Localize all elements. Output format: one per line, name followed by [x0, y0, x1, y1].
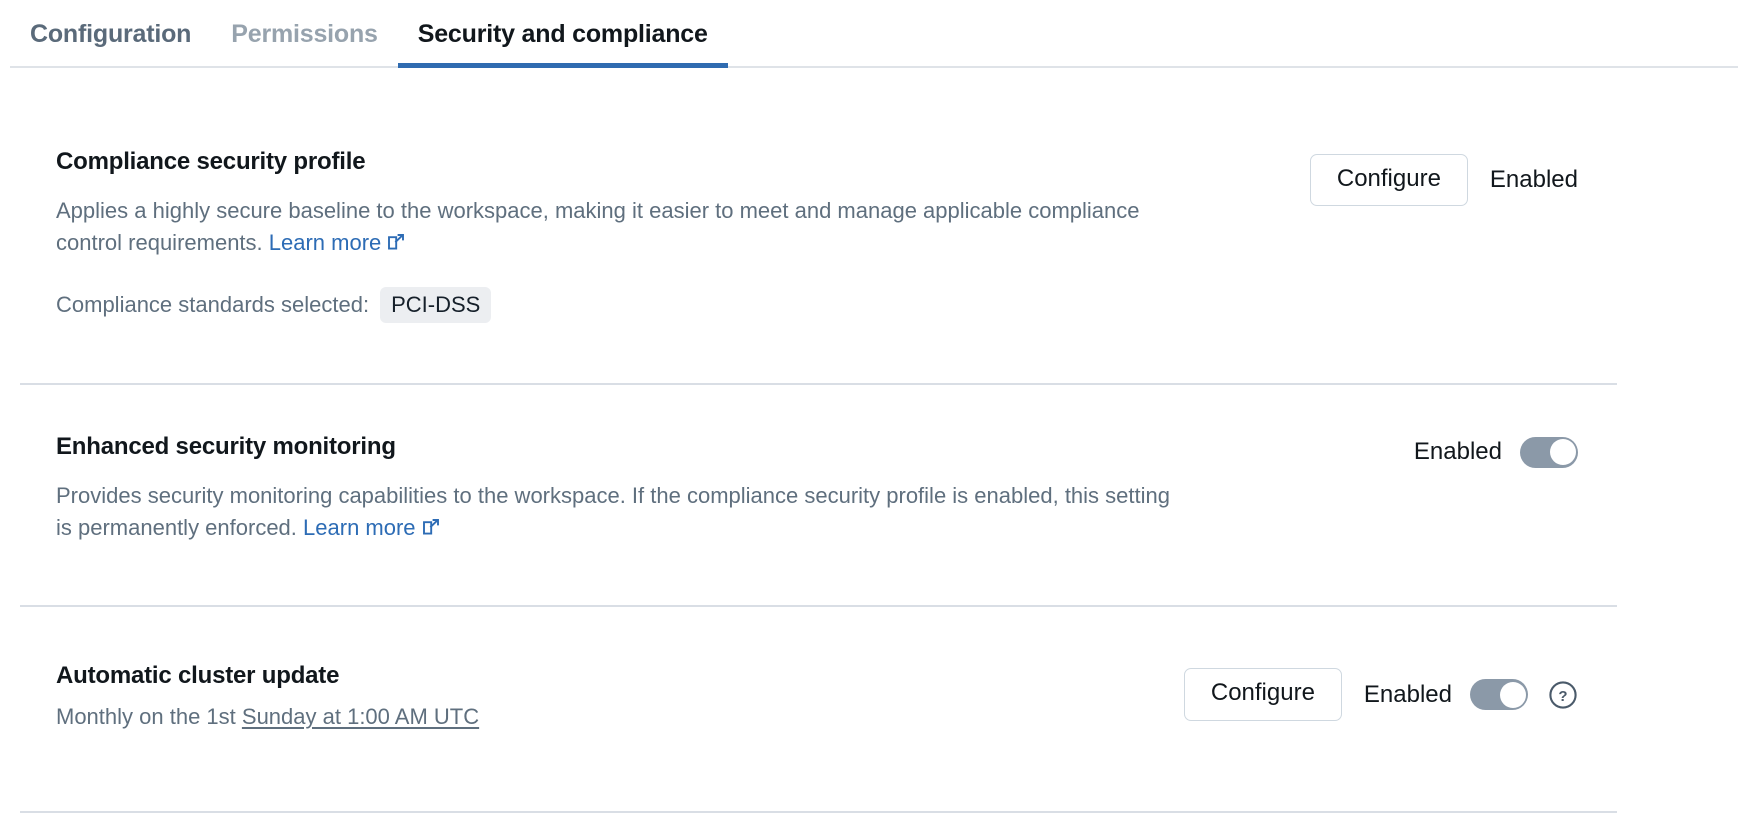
cluster-update-status-label: Enabled [1364, 683, 1452, 707]
tab-bar: Configuration Permissions Security and c… [0, 0, 1748, 68]
enhanced-security-monitoring-title: Enhanced security monitoring [56, 433, 1186, 462]
section-monitoring-controls: Enabled [1392, 433, 1738, 468]
monitoring-learn-more-link[interactable]: Learn more [303, 515, 441, 540]
help-circle-icon[interactable]: ? [1548, 680, 1578, 710]
svg-text:?: ? [1558, 688, 1567, 705]
enhanced-security-monitoring-description: Provides security monitoring capabilitie… [56, 480, 1186, 546]
cluster-update-schedule-link[interactable]: Sunday at 1:00 AM UTC [242, 704, 479, 729]
compliance-learn-more-link[interactable]: Learn more [269, 230, 407, 255]
monitoring-learn-more-label: Learn more [303, 515, 416, 540]
settings-content: Compliance security profile Applies a hi… [0, 68, 1748, 813]
compliance-security-profile-description: Applies a highly secure baseline to the … [56, 195, 1186, 261]
automatic-cluster-update-schedule: Monthly on the 1st Sunday at 1:00 AM UTC [56, 701, 479, 733]
section-compliance-left: Compliance security profile Applies a hi… [56, 148, 1186, 323]
tab-security-and-compliance[interactable]: Security and compliance [398, 0, 728, 68]
section-compliance-controls: Configure Enabled [1310, 148, 1738, 206]
spacer [10, 545, 1738, 605]
cluster-update-enabled-toggle[interactable] [1470, 679, 1528, 710]
external-link-icon [421, 514, 441, 546]
section-compliance-security-profile: Compliance security profile Applies a hi… [0, 68, 1748, 385]
cluster-update-schedule-prefix: Monthly on the 1st [56, 704, 242, 729]
tab-permissions[interactable]: Permissions [211, 0, 397, 68]
tab-configuration[interactable]: Configuration [10, 0, 211, 68]
compliance-status-label: Enabled [1490, 168, 1578, 192]
section-monitoring-left: Enhanced security monitoring Provides se… [56, 433, 1186, 546]
compliance-learn-more-label: Learn more [269, 230, 382, 255]
section-cluster-update-left: Automatic cluster update Monthly on the … [56, 662, 479, 733]
automatic-cluster-update-title: Automatic cluster update [56, 662, 479, 691]
spacer [10, 733, 1738, 811]
toggle-knob [1550, 439, 1576, 465]
monitoring-enabled-toggle[interactable] [1520, 437, 1578, 468]
toggle-knob [1500, 682, 1526, 708]
compliance-description-text: Applies a highly secure baseline to the … [56, 198, 1140, 255]
monitoring-description-text: Provides security monitoring capabilitie… [56, 483, 1170, 540]
section-automatic-cluster-update: Automatic cluster update Monthly on the … [0, 607, 1748, 813]
external-link-icon [386, 229, 406, 261]
cluster-update-configure-button[interactable]: Configure [1184, 668, 1342, 720]
compliance-standards-row: Compliance standards selected: PCI-DSS [56, 287, 1186, 323]
monitoring-status-label: Enabled [1414, 440, 1502, 464]
compliance-configure-button[interactable]: Configure [1310, 154, 1468, 206]
section-cluster-update-controls: Configure Enabled ? [1184, 662, 1738, 720]
compliance-standard-badge-pci-dss: PCI-DSS [380, 287, 491, 323]
compliance-security-profile-title: Compliance security profile [56, 148, 1186, 177]
section-enhanced-security-monitoring: Enhanced security monitoring Provides se… [0, 385, 1748, 608]
compliance-standards-label: Compliance standards selected: [56, 292, 369, 318]
spacer [10, 323, 1738, 383]
